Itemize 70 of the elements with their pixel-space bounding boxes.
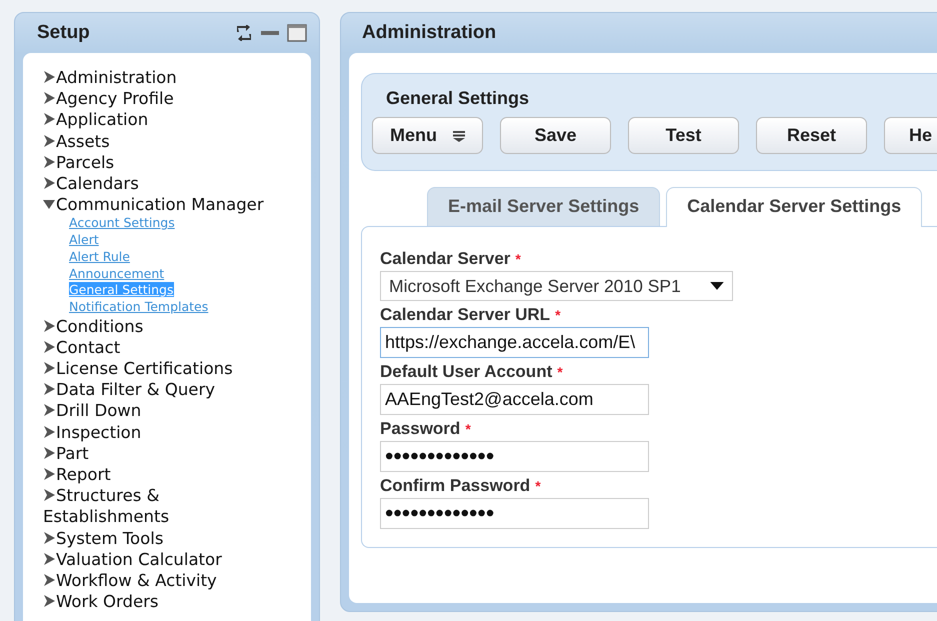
expand-arrow-icon[interactable]	[43, 92, 55, 104]
required-mark: *	[555, 307, 561, 323]
toolbar-button[interactable]: Save	[500, 117, 611, 154]
expand-arrow-icon[interactable]	[43, 404, 55, 416]
toolbar-button[interactable]: Test	[628, 117, 739, 154]
tab[interactable]: Calendar Server Settings	[666, 187, 922, 227]
tree-item[interactable]: Conditions	[43, 316, 283, 337]
tree-item[interactable]: Structures & Establishments	[43, 485, 283, 528]
required-mark: *	[515, 251, 521, 267]
expand-arrow-icon[interactable]	[43, 177, 55, 190]
required-mark: *	[535, 478, 541, 494]
minimize-icon[interactable]	[261, 30, 279, 36]
expand-arrow-icon[interactable]	[43, 383, 55, 396]
expand-arrow-icon[interactable]	[43, 468, 55, 480]
server-select[interactable]: Microsoft Exchange Server 2010 SP1	[380, 271, 733, 301]
expand-arrow-icon[interactable]	[43, 574, 55, 586]
expand-arrow-icon[interactable]	[43, 446, 55, 459]
menu-icon	[453, 130, 465, 142]
expand-arrow-icon[interactable]	[43, 134, 55, 147]
refresh-icon[interactable]	[235, 25, 253, 41]
toolbar-button[interactable]: Reset	[756, 117, 867, 154]
required-mark: *	[465, 421, 471, 437]
expand-arrow-icon[interactable]	[43, 71, 55, 83]
expand-arrow-icon[interactable]	[43, 532, 55, 544]
field-label: Confirm Password	[380, 476, 530, 496]
tree-item[interactable]: Workflow & Activity	[43, 570, 283, 592]
tree-item[interactable]: Data Filter & Query	[43, 379, 283, 400]
tree-item[interactable]: Assets	[43, 130, 283, 152]
expand-arrow-icon[interactable]	[43, 156, 55, 168]
tree-item[interactable]: Agency Profile	[43, 88, 283, 110]
tree-item[interactable]: Work Orders	[43, 591, 283, 612]
toolbar-button[interactable]: He	[884, 117, 937, 154]
input-field[interactable]: AAEngTest2@accela.com	[380, 384, 649, 415]
input-field[interactable]: •••••••••••••	[380, 498, 649, 529]
dropdown-arrow-icon	[710, 282, 724, 290]
required-mark: *	[557, 364, 563, 380]
tree-item[interactable]: Drill Down	[43, 400, 283, 422]
tree-item[interactable]: Calendars	[43, 173, 283, 194]
expand-arrow-icon[interactable]	[43, 113, 55, 126]
expand-arrow-icon[interactable]	[43, 362, 55, 374]
tree-item[interactable]: Valuation Calculator	[43, 548, 283, 570]
maximize-icon[interactable]	[287, 24, 307, 42]
toolbar-button[interactable]: Menu	[372, 117, 483, 154]
field-label: Password	[380, 419, 460, 439]
tree-item[interactable]: Contact	[43, 336, 283, 358]
expand-arrow-icon[interactable]	[43, 595, 55, 608]
field-label: Calendar Server	[380, 249, 510, 269]
expand-arrow-icon[interactable]	[43, 320, 55, 332]
tree-item[interactable]: Report	[43, 464, 283, 486]
input-field[interactable]: •••••••••••••	[380, 441, 649, 472]
expand-arrow-icon[interactable]	[43, 426, 55, 438]
expand-arrow-icon[interactable]	[43, 552, 55, 565]
expand-arrow-icon[interactable]	[43, 340, 55, 353]
tree-item[interactable]: Application	[43, 109, 283, 131]
tree-item[interactable]: System Tools	[43, 528, 283, 549]
expand-arrow-icon[interactable]	[43, 489, 55, 502]
field-label: Default User Account	[380, 362, 552, 382]
field-label: Calendar Server URL	[380, 305, 550, 325]
section-title: General Settings	[385, 88, 530, 110]
tree-item[interactable]: Administration	[43, 67, 283, 88]
tab[interactable]: E-mail Server Settings	[427, 187, 660, 226]
tree-item[interactable]: Communication Manager	[43, 194, 283, 216]
tree-item[interactable]: Inspection	[43, 422, 283, 443]
panel-title: Setup	[37, 22, 90, 44]
collapse-arrow-icon[interactable]	[43, 198, 55, 210]
tree-item[interactable]: Parcels	[43, 152, 283, 174]
tree-item[interactable]: License Certifications	[43, 358, 283, 380]
panel-title: Administration	[362, 22, 496, 44]
input-field[interactable]: https://exchange.accela.com/E\	[380, 327, 649, 358]
tree-item[interactable]: Part	[43, 442, 283, 464]
